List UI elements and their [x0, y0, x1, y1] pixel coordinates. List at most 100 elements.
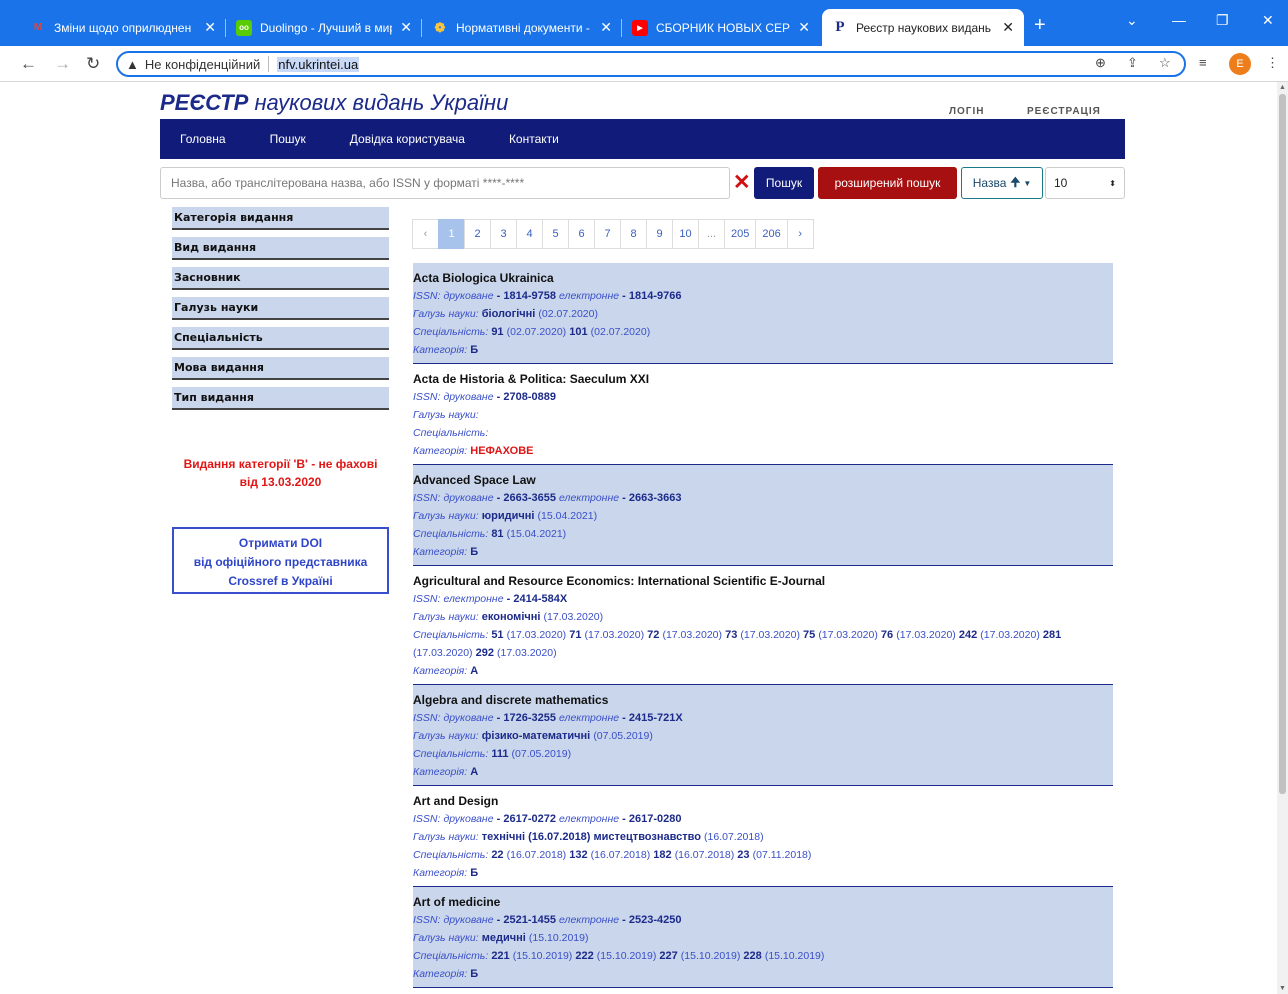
page-8[interactable]: 8 — [620, 219, 647, 249]
specialty-code[interactable]: 101 — [569, 326, 587, 338]
bookmark-star-icon[interactable]: ☆ — [1159, 55, 1171, 71]
per-page-select[interactable]: 10 ⬍ — [1045, 167, 1125, 199]
specialty-code[interactable]: 242 — [959, 629, 977, 641]
profile-avatar[interactable]: E — [1229, 53, 1251, 75]
browser-tab[interactable]: oo Duolingo - Лучший в мир ✕ — [226, 9, 422, 46]
journal-title[interactable]: Algebra and discrete mathematics — [413, 692, 1113, 709]
share-icon[interactable]: ⇪ — [1127, 55, 1138, 71]
journal-title[interactable]: Agricultural and Resource Economics: Int… — [413, 573, 1113, 590]
journal-title[interactable]: Acta de Historia & Politica: Saeculum XX… — [413, 371, 1113, 388]
journal-title[interactable]: Acta Biologica Ukrainica — [413, 270, 1113, 287]
journal-title[interactable]: Art and Design — [413, 793, 1113, 810]
specialty-code[interactable]: 182 — [653, 849, 671, 861]
forward-icon[interactable]: → — [54, 54, 71, 74]
nav-help[interactable]: Довідка користувача — [350, 132, 465, 146]
close-tab-icon[interactable]: ✕ — [600, 19, 612, 36]
minimize-icon[interactable]: — — [1172, 12, 1186, 28]
site-title[interactable]: РЕЄСТР наукових видань України — [160, 90, 508, 116]
specialty-code[interactable]: 73 — [725, 629, 737, 641]
filter-specialty[interactable]: Спеціальність — [172, 327, 389, 350]
back-icon[interactable]: ← — [20, 54, 37, 74]
advanced-search-button[interactable]: розширений пошук — [818, 167, 957, 199]
field-value[interactable]: медичні — [482, 932, 526, 944]
specialty-code[interactable]: 111 — [491, 748, 508, 760]
menu-icon[interactable]: ⋮ — [1266, 55, 1279, 71]
page-next[interactable]: › — [786, 219, 814, 249]
field-value[interactable]: технічні (16.07.2018) мистецтвознавство — [482, 831, 701, 843]
scrollbar-thumb[interactable] — [1279, 94, 1286, 794]
specialty-code[interactable]: 227 — [659, 950, 677, 962]
sort-dropdown[interactable]: Назва 🠉 ▼ — [961, 167, 1043, 199]
nav-search[interactable]: Пошук — [270, 132, 306, 146]
search-button[interactable]: Пошук — [754, 167, 814, 199]
specialty-code[interactable]: 222 — [575, 950, 593, 962]
zoom-icon[interactable]: ⊕ — [1095, 55, 1106, 71]
browser-tab[interactable]: ❁ Нормативні документи - ✕ — [422, 9, 622, 46]
specialty-code[interactable]: 228 — [743, 950, 761, 962]
field-value[interactable]: фізико-математичні — [482, 730, 590, 742]
field-value[interactable]: юридичні — [482, 510, 535, 522]
filter-type[interactable]: Вид видання — [172, 237, 389, 260]
nav-home[interactable]: Головна — [180, 132, 226, 146]
filter-category[interactable]: Категорія видання — [172, 207, 389, 230]
close-tab-icon[interactable]: ✕ — [798, 19, 810, 36]
nav-contacts[interactable]: Контакти — [509, 132, 559, 146]
close-window-icon[interactable]: ✕ — [1262, 12, 1274, 29]
register-link[interactable]: РЕЄСТРАЦІЯ — [1027, 106, 1101, 117]
filter-founder[interactable]: Засновник — [172, 267, 389, 290]
specialty-code[interactable]: 81 — [491, 528, 503, 540]
warning-icon[interactable]: ▲ — [126, 57, 139, 72]
page-2[interactable]: 2 — [464, 219, 491, 249]
specialty-code[interactable]: 132 — [569, 849, 587, 861]
specialty-code[interactable]: 51 — [491, 629, 503, 641]
page-205[interactable]: 205 — [724, 219, 757, 249]
specialty-code[interactable]: 72 — [647, 629, 659, 641]
page-5[interactable]: 5 — [542, 219, 569, 249]
new-tab-button[interactable]: + — [1034, 14, 1046, 37]
page-10[interactable]: 10 — [672, 219, 699, 249]
browser-tab-active[interactable]: P Реєстр наукових видань ✕ — [822, 9, 1024, 46]
specialty-code[interactable]: 76 — [881, 629, 893, 641]
page-206[interactable]: 206 — [755, 219, 788, 249]
scroll-up-icon[interactable]: ▲ — [1279, 84, 1286, 91]
specialty-code[interactable]: 75 — [803, 629, 815, 641]
page-3[interactable]: 3 — [490, 219, 517, 249]
journal-title[interactable]: Advanced Space Law — [413, 472, 1113, 489]
login-link[interactable]: ЛОГІН — [949, 106, 984, 117]
page-prev[interactable]: ‹ — [412, 219, 439, 249]
specialty-code[interactable]: 281 — [1043, 629, 1061, 641]
filter-field[interactable]: Галузь науки — [172, 297, 389, 320]
scroll-down-icon[interactable]: ▼ — [1279, 985, 1286, 992]
page-scrollbar[interactable]: ▲ ▼ — [1277, 82, 1288, 994]
search-input[interactable]: Назва, або транслітерована назва, або IS… — [160, 167, 730, 199]
specialty-code[interactable]: 23 — [737, 849, 749, 861]
page-9[interactable]: 9 — [646, 219, 673, 249]
page-7[interactable]: 7 — [594, 219, 621, 249]
page-6[interactable]: 6 — [568, 219, 595, 249]
reload-icon[interactable]: ↻ — [86, 54, 100, 74]
page-4[interactable]: 4 — [516, 219, 543, 249]
specialty-code[interactable]: 91 — [491, 326, 503, 338]
field-value[interactable]: біологічні — [482, 308, 536, 320]
filter-language[interactable]: Мова видання — [172, 357, 389, 380]
url-text[interactable]: nfv.ukrintei.ua — [277, 56, 360, 72]
close-tab-icon[interactable]: ✕ — [400, 19, 412, 36]
browser-tab[interactable]: ▶ СБОРНИК НОВЫХ СЕРИ ✕ — [622, 9, 820, 46]
page-1[interactable]: 1 — [438, 219, 465, 249]
maximize-icon[interactable]: ❐ — [1216, 12, 1229, 29]
filter-publication-type[interactable]: Тип видання — [172, 387, 389, 410]
specialty-code[interactable]: 71 — [569, 629, 581, 641]
specialty-code[interactable]: 221 — [491, 950, 509, 962]
close-tab-icon[interactable]: ✕ — [204, 19, 216, 36]
address-bar[interactable]: ▲ Не конфіденційний nfv.ukrintei.ua — [116, 51, 1186, 77]
reading-list-icon[interactable]: ≡ — [1199, 55, 1207, 70]
doi-banner[interactable]: Отримати DOI від офіційного представника… — [172, 527, 389, 594]
specialty-code[interactable]: 292 — [476, 647, 494, 659]
clear-search-icon[interactable]: ✕ — [733, 170, 751, 195]
journal-title[interactable]: Art of medicine — [413, 894, 1113, 911]
specialty-code[interactable]: 22 — [491, 849, 503, 861]
field-value[interactable]: економічні — [482, 611, 541, 623]
tab-search-icon[interactable]: ⌄ — [1126, 12, 1138, 29]
browser-tab[interactable]: M Зміни щодо оприлюднен ✕ — [20, 9, 226, 46]
close-tab-icon[interactable]: ✕ — [1002, 19, 1014, 36]
